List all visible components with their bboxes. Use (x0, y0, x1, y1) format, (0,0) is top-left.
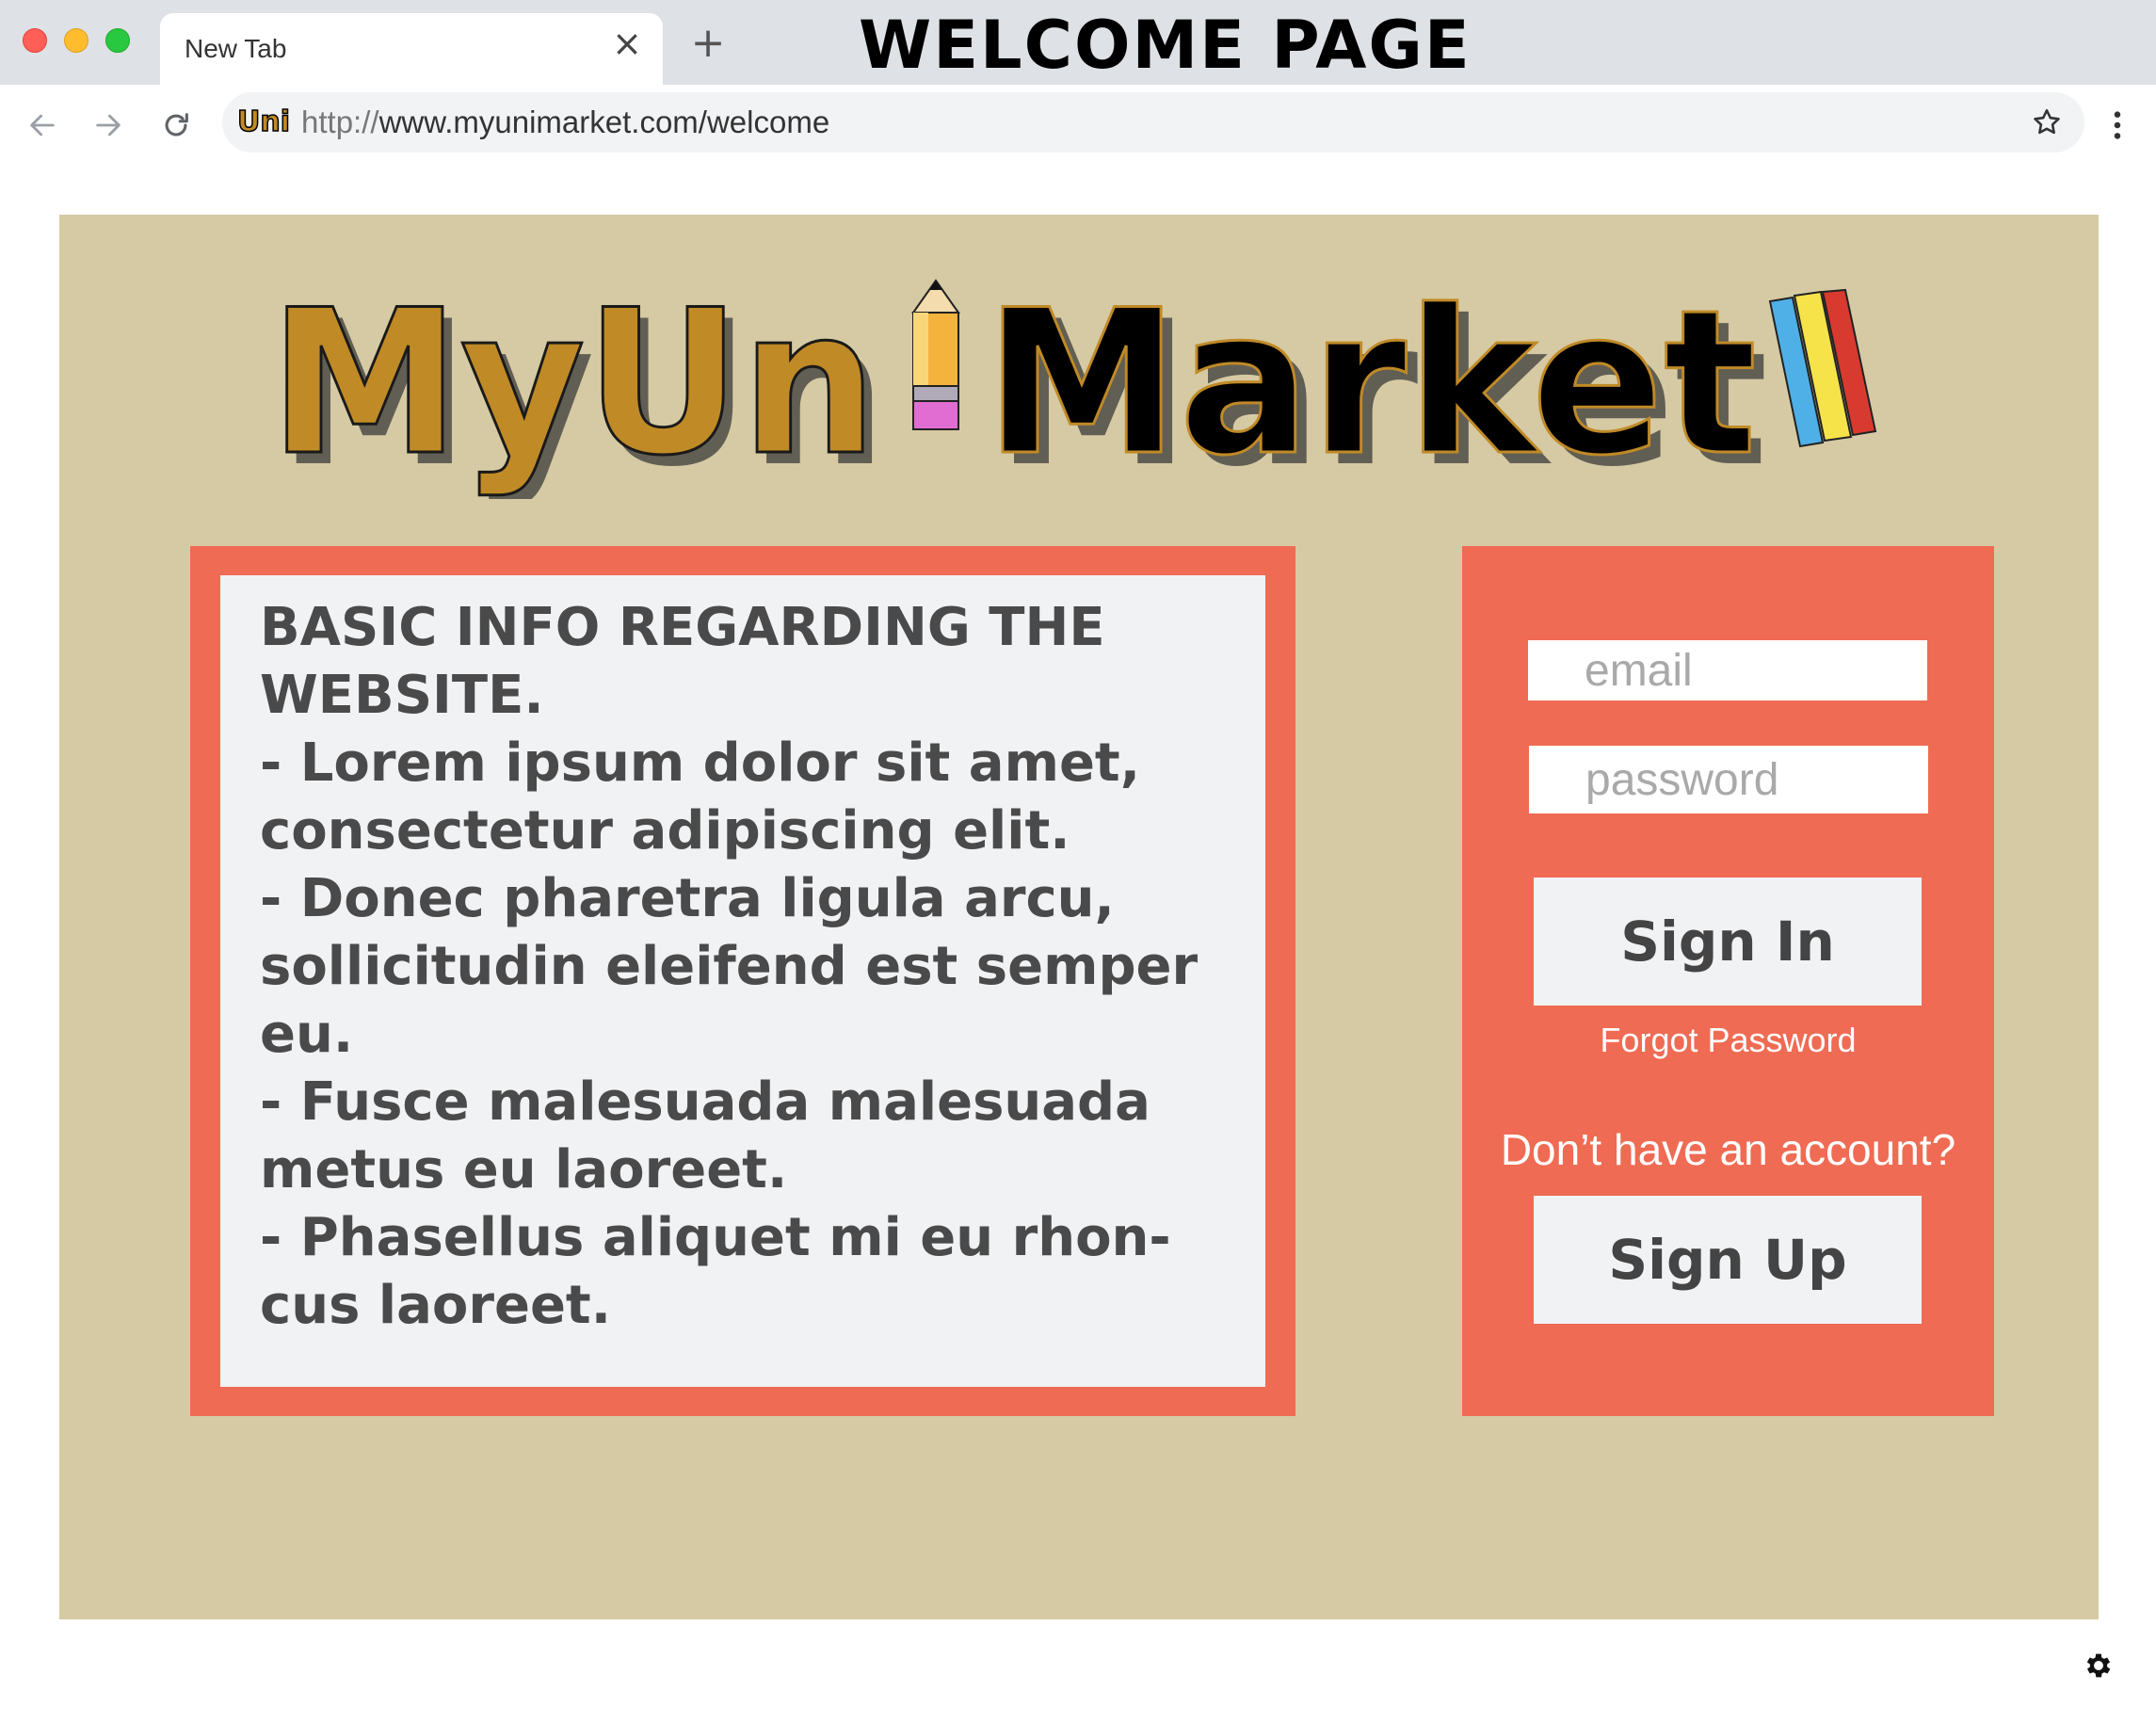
info-panel: BASIC INFO REGARDING THE WEBSITE. - Lore… (190, 546, 1295, 1416)
forgot-password-link[interactable]: Forgot Password (1462, 1021, 1994, 1060)
reload-button[interactable] (153, 102, 200, 149)
myunimarket-logo: MyUn MyUn Market Market (273, 273, 1877, 499)
back-arrow-icon (30, 114, 55, 137)
minimize-window-button[interactable] (64, 28, 88, 53)
url-text[interactable]: http://www.myunimarket.com/welcome (301, 105, 829, 139)
books-icon (1768, 288, 1877, 448)
address-bar[interactable]: Uni http://www.myunimarket.com/welcome (222, 92, 2084, 153)
browser-toolbar: Uni http://www.myunimarket.com/welcome (0, 85, 2156, 166)
info-card: BASIC INFO REGARDING THE WEBSITE. - Lore… (220, 575, 1265, 1387)
browser-menu-button[interactable] (2103, 102, 2132, 149)
tab-strip: New Tab × + WELCOME PAGE (0, 0, 2156, 85)
email-field[interactable] (1528, 640, 1927, 700)
maximize-window-button[interactable] (105, 28, 130, 53)
url-scheme: http:// (301, 105, 379, 139)
logo-text-myun: MyUn (273, 273, 877, 499)
bookmark-star-button[interactable] (2028, 104, 2066, 141)
settings-gear-icon[interactable] (2083, 1650, 2115, 1682)
close-window-button[interactable] (23, 28, 47, 53)
site-favicon: Uni (236, 105, 291, 139)
sign-in-button[interactable]: Sign In (1534, 878, 1922, 1006)
more-menu-icon (2114, 111, 2121, 139)
new-tab-icon[interactable]: + (689, 23, 727, 64)
forward-arrow-icon (96, 114, 121, 137)
sign-up-button[interactable]: Sign Up (1534, 1196, 1922, 1324)
tab-title: New Tab (185, 34, 287, 63)
browser-tab[interactable]: New Tab × (160, 13, 663, 85)
back-button[interactable] (19, 102, 66, 149)
password-field[interactable] (1529, 746, 1928, 813)
login-panel: Sign In Forgot Password Don’t have an ac… (1462, 546, 1994, 1416)
no-account-text: Don’t have an account? (1500, 1125, 1956, 1174)
star-icon (2034, 108, 2060, 135)
forward-button[interactable] (85, 102, 132, 149)
tab-close-icon[interactable]: × (610, 25, 644, 61)
page-heading: WELCOME PAGE (859, 7, 1472, 84)
pencil-icon (911, 279, 960, 430)
url-host-path: www.myunimarket.com/welcome (378, 105, 830, 139)
website-info-text: BASIC INFO REGARDING THE WEBSITE. - Lore… (260, 597, 1199, 1336)
reload-icon (165, 113, 188, 137)
logo-text-market: Market (985, 273, 1757, 499)
